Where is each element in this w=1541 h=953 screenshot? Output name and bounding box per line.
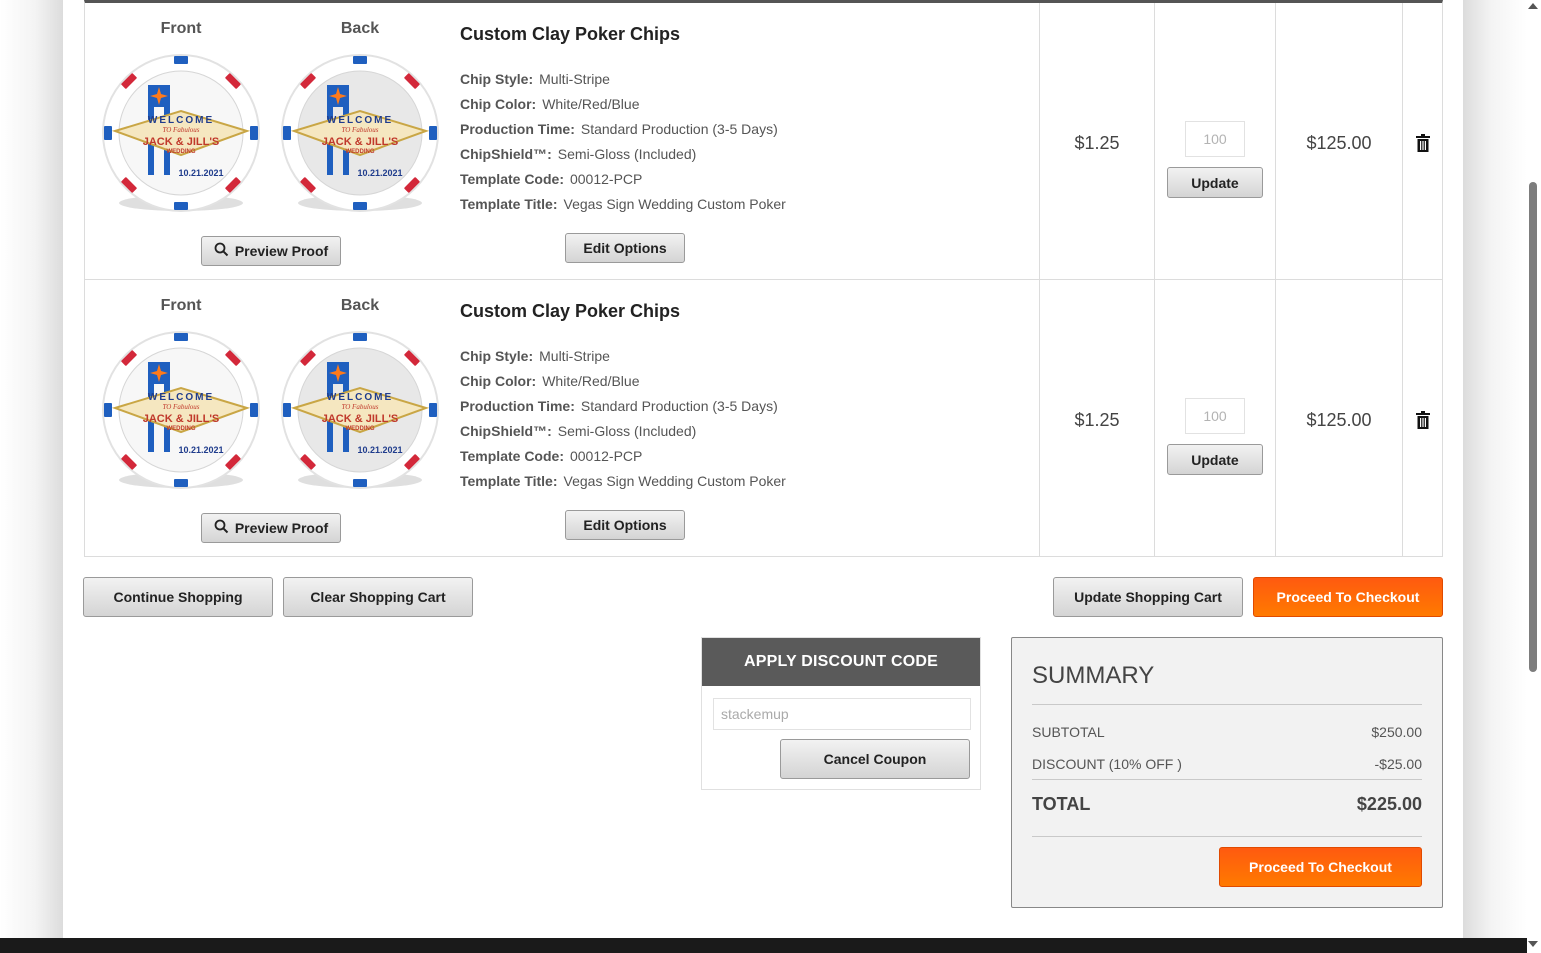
unit-price: $1.25: [1074, 410, 1120, 430]
update-button[interactable]: Update: [1167, 444, 1263, 475]
cart-table: Front Back WELCOME TO Fabulous JACK & JILL…: [84, 0, 1443, 557]
chip-back-image: WELCOME TO Fabulous JACK & JILL'S WEDDING 10…: [280, 330, 440, 490]
scroll-down-arrow-icon[interactable]: [1528, 941, 1538, 947]
discount-header: APPLY DISCOUNT CODE: [702, 638, 980, 686]
svg-text:10.21.2021: 10.21.2021: [357, 168, 402, 178]
product-title: Custom Clay Poker Chips: [460, 24, 681, 44]
svg-text:TO Fabulous: TO Fabulous: [341, 403, 378, 411]
quantity-input[interactable]: 100: [1185, 121, 1245, 157]
front-label: Front: [160, 20, 202, 37]
product-title: Custom Clay Poker Chips: [460, 301, 681, 321]
svg-text:10.21.2021: 10.21.2021: [178, 445, 223, 455]
svg-text:JACK & JILL'S: JACK & JILL'S: [143, 413, 220, 425]
spec-chip-color: Chip Color: White/Red/Blue: [460, 373, 640, 389]
column-divider: [1402, 280, 1403, 556]
browser-bottom-bar: [0, 938, 1527, 953]
summary-checkout-button[interactable]: Proceed To Checkout: [1219, 847, 1422, 887]
trash-icon[interactable]: [1416, 134, 1430, 152]
preview-proof-label: Preview Proof: [234, 243, 329, 259]
edit-options-button[interactable]: Edit Options: [565, 233, 685, 263]
chip-front-image: WELCOME TO Fabulous JACK & JILL'S WEDDING 10…: [101, 330, 261, 490]
subtotal-value: $250.00: [1371, 724, 1422, 740]
cart-row: Front Back WELCOME TO Fabulous JACK & JILL…: [85, 280, 1442, 556]
update-shopping-cart-button[interactable]: Update Shopping Cart: [1053, 577, 1243, 617]
column-divider: [1154, 3, 1155, 279]
search-icon: [214, 519, 229, 537]
preview-proof-label: Preview Proof: [234, 520, 329, 536]
discount-label: DISCOUNT (10% OFF ): [1032, 756, 1182, 772]
spec-template-code: Template Code: 00012-PCP: [460, 448, 643, 464]
divider: [1032, 779, 1422, 780]
spec-chipshield: ChipShield™: Semi-Gloss (Included): [460, 146, 697, 162]
trash-icon[interactable]: [1416, 411, 1430, 429]
quantity-input[interactable]: 100: [1185, 398, 1245, 434]
summary-title: SUMMARY: [1032, 662, 1155, 689]
svg-text:WEDDING: WEDDING: [346, 149, 375, 155]
spec-template-code: Template Code: 00012-PCP: [460, 171, 643, 187]
discount-code-input[interactable]: stackemup: [713, 698, 971, 730]
svg-text:TO Fabulous: TO Fabulous: [341, 126, 378, 134]
scroll-up-arrow-icon[interactable]: [1528, 3, 1538, 9]
divider: [1032, 704, 1422, 705]
svg-text:WEDDING: WEDDING: [167, 149, 196, 155]
column-divider: [1154, 280, 1155, 556]
summary-discount-row: DISCOUNT (10% OFF ) -$25.00: [1032, 756, 1422, 772]
svg-text:TO Fabulous: TO Fabulous: [162, 126, 199, 134]
svg-text:10.21.2021: 10.21.2021: [357, 445, 402, 455]
edit-options-button[interactable]: Edit Options: [565, 510, 685, 540]
spec-chip-style: Chip Style: Multi-Stripe: [460, 348, 610, 364]
total-value: $225.00: [1356, 794, 1422, 814]
proceed-to-checkout-button[interactable]: Proceed To Checkout: [1253, 577, 1443, 617]
summary-subtotal-row: SUBTOTAL $250.00: [1032, 724, 1422, 740]
svg-text:WELCOME: WELCOME: [148, 392, 214, 403]
cart-row: Front Back WELCOME TO Fabulous JACK & JILL…: [85, 3, 1442, 280]
page-left-gutter: [0, 0, 63, 938]
svg-text:WEDDING: WEDDING: [167, 426, 196, 432]
back-label: Back: [340, 297, 380, 314]
svg-text:10.21.2021: 10.21.2021: [178, 168, 223, 178]
spec-template-title: Template Title: Vegas Sign Wedding Custom…: [460, 473, 786, 489]
subtotal-label: SUBTOTAL: [1032, 724, 1105, 740]
scrollbar-thumb[interactable]: [1529, 182, 1537, 672]
cancel-coupon-button[interactable]: Cancel Coupon: [780, 739, 970, 779]
discount-panel: APPLY DISCOUNT CODE stackemup Cancel Cou…: [701, 637, 981, 790]
summary-total-row: TOTAL $225.00: [1032, 794, 1422, 815]
update-button[interactable]: Update: [1167, 167, 1263, 198]
svg-text:JACK & JILL'S: JACK & JILL'S: [322, 136, 399, 148]
total-label: TOTAL: [1032, 794, 1091, 814]
spec-template-title: Template Title: Vegas Sign Wedding Custom…: [460, 196, 786, 212]
svg-text:WEDDING: WEDDING: [346, 426, 375, 432]
line-subtotal: $125.00: [1306, 133, 1372, 153]
svg-text:JACK & JILL'S: JACK & JILL'S: [143, 136, 220, 148]
chip-back-image: WELCOME TO Fabulous JACK & JILL'S WEDDING 10…: [280, 53, 440, 213]
svg-text:WELCOME: WELCOME: [148, 115, 214, 126]
spec-chip-color: Chip Color: White/Red/Blue: [460, 96, 640, 112]
svg-text:TO Fabulous: TO Fabulous: [162, 403, 199, 411]
spec-chip-style: Chip Style: Multi-Stripe: [460, 71, 610, 87]
svg-text:WELCOME: WELCOME: [327, 392, 393, 403]
preview-proof-button[interactable]: Preview Proof: [201, 513, 341, 543]
column-divider: [1402, 3, 1403, 279]
clear-shopping-cart-button[interactable]: Clear Shopping Cart: [283, 577, 473, 617]
svg-text:WELCOME: WELCOME: [327, 115, 393, 126]
line-subtotal: $125.00: [1306, 410, 1372, 430]
order-summary: SUMMARY SUBTOTAL $250.00 DISCOUNT (10% O…: [1011, 637, 1443, 908]
spec-chipshield: ChipShield™: Semi-Gloss (Included): [460, 423, 697, 439]
spec-production-time: Production Time: Standard Production (3-5…: [460, 121, 778, 137]
continue-shopping-button[interactable]: Continue Shopping: [83, 577, 273, 617]
spec-production-time: Production Time: Standard Production (3-5…: [460, 398, 778, 414]
chip-front-image: WELCOME TO Fabulous JACK & JILL'S WEDDING 10…: [101, 53, 261, 213]
divider: [1032, 836, 1422, 837]
unit-price: $1.25: [1074, 133, 1120, 153]
preview-proof-button[interactable]: Preview Proof: [201, 236, 341, 266]
svg-text:JACK & JILL'S: JACK & JILL'S: [322, 413, 399, 425]
back-label: Back: [340, 20, 380, 37]
front-label: Front: [160, 297, 202, 314]
page-right-gutter: [1463, 0, 1527, 938]
search-icon: [214, 242, 229, 260]
discount-value: -$25.00: [1374, 756, 1422, 772]
